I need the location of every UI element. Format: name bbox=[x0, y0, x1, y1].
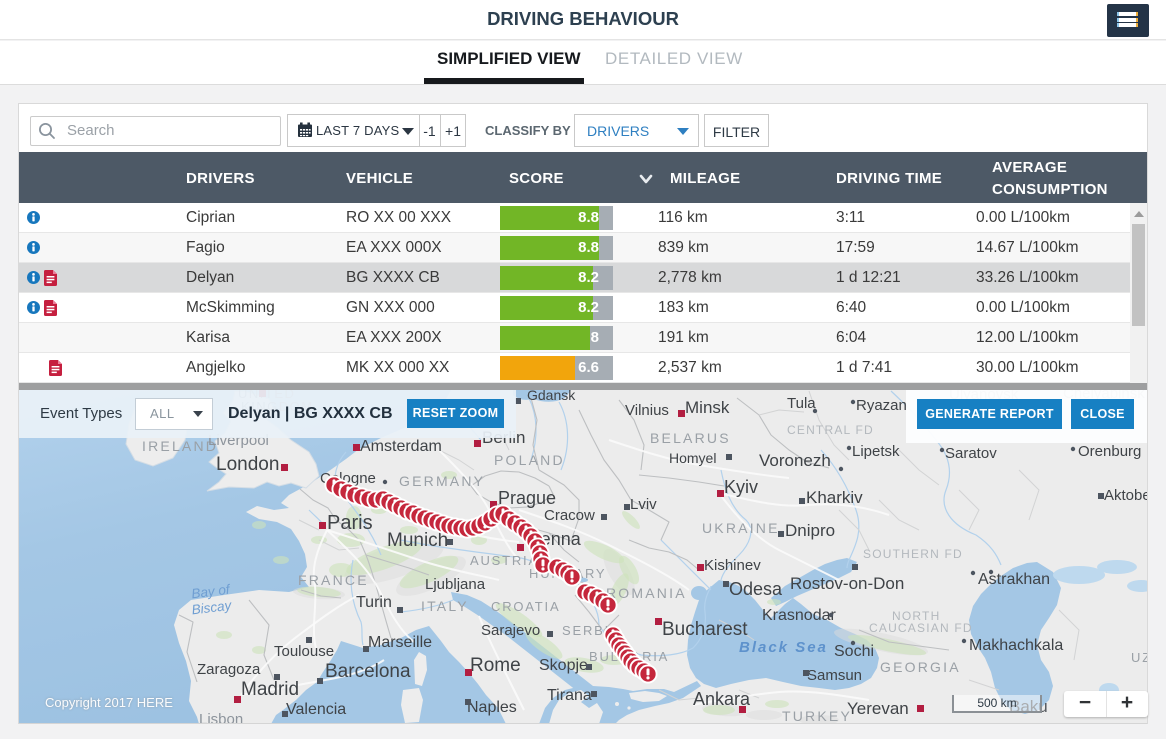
svg-text:Dnipro: Dnipro bbox=[785, 521, 835, 540]
svg-text:ROMANIA: ROMANIA bbox=[606, 585, 687, 601]
svg-text:CENTRAL FD: CENTRAL FD bbox=[787, 423, 874, 437]
svg-text:Bay ofBiscay: Bay ofBiscay bbox=[189, 582, 234, 618]
svg-text:Bucharest: Bucharest bbox=[662, 619, 748, 640]
svg-text:Odesa: Odesa bbox=[729, 579, 783, 599]
svg-text:Gdansk: Gdansk bbox=[527, 390, 576, 403]
svg-text:Tula: Tula bbox=[787, 395, 816, 412]
svg-text:CAUCASIAN FD: CAUCASIAN FD bbox=[869, 621, 973, 635]
svg-text:BELARUS: BELARUS bbox=[650, 430, 731, 446]
svg-text:Sochi: Sochi bbox=[834, 643, 874, 660]
svg-text:Turin: Turin bbox=[356, 594, 392, 611]
svg-text:Paris: Paris bbox=[327, 512, 373, 534]
svg-text:IRELAND: IRELAND bbox=[142, 438, 218, 454]
svg-text:Saratov: Saratov bbox=[945, 445, 997, 462]
svg-text:Lipetsk: Lipetsk bbox=[852, 443, 900, 460]
svg-text:GERMANY: GERMANY bbox=[399, 473, 485, 489]
svg-text:Voronezh: Voronezh bbox=[759, 451, 831, 470]
svg-text:Homyel: Homyel bbox=[669, 450, 716, 466]
svg-text:Krasnodar: Krasnodar bbox=[762, 607, 836, 624]
svg-text:Naples: Naples bbox=[467, 699, 517, 716]
svg-text:Minsk: Minsk bbox=[685, 398, 730, 417]
svg-text:Barcelona: Barcelona bbox=[325, 661, 411, 682]
svg-text:Rostov-on-Don: Rostov-on-Don bbox=[790, 574, 904, 593]
svg-text:FRANCE: FRANCE bbox=[298, 572, 369, 588]
svg-text:POLAND: POLAND bbox=[494, 452, 565, 468]
svg-text:UZ: UZ bbox=[1131, 650, 1147, 665]
svg-text:Munich: Munich bbox=[387, 530, 448, 551]
svg-text:Makhachkala: Makhachkala bbox=[969, 637, 1063, 654]
svg-text:Astrakhan: Astrakhan bbox=[978, 571, 1050, 588]
svg-text:Toulouse: Toulouse bbox=[274, 643, 334, 660]
svg-text:Zaragoza: Zaragoza bbox=[197, 661, 261, 678]
svg-text:Skopje: Skopje bbox=[539, 657, 588, 674]
svg-text:Yerevan: Yerevan bbox=[847, 699, 909, 718]
svg-text:London: London bbox=[216, 454, 279, 475]
svg-text:Vilnius: Vilnius bbox=[625, 402, 669, 419]
svg-text:Lviv: Lviv bbox=[630, 496, 657, 513]
svg-text:UKRAINE: UKRAINE bbox=[702, 520, 780, 536]
svg-text:Kharkiv: Kharkiv bbox=[806, 488, 863, 507]
svg-text:CROATIA: CROATIA bbox=[491, 599, 560, 614]
svg-text:Cracow: Cracow bbox=[544, 507, 595, 524]
svg-text:Black Sea: Black Sea bbox=[739, 639, 828, 656]
svg-text:Valencia: Valencia bbox=[286, 701, 346, 718]
svg-text:SOUTHERN FD: SOUTHERN FD bbox=[863, 547, 963, 561]
svg-text:Prague: Prague bbox=[498, 488, 556, 508]
svg-text:Kishinev: Kishinev bbox=[704, 557, 761, 574]
svg-text:Rome: Rome bbox=[470, 655, 521, 676]
svg-text:ITALY: ITALY bbox=[421, 598, 469, 614]
svg-text:Aktobe: Aktobe bbox=[1104, 487, 1147, 504]
svg-text:Tirana: Tirana bbox=[547, 687, 592, 704]
svg-text:TURKEY: TURKEY bbox=[782, 708, 852, 724]
svg-text:Orenburg: Orenburg bbox=[1078, 443, 1141, 460]
svg-text:Samsun: Samsun bbox=[807, 667, 862, 684]
svg-text:Madrid: Madrid bbox=[241, 679, 299, 700]
svg-text:GEORGIA: GEORGIA bbox=[880, 659, 961, 675]
svg-text:Sarajevo: Sarajevo bbox=[481, 622, 540, 639]
svg-text:Amsterdam: Amsterdam bbox=[360, 438, 442, 455]
svg-text:Ryazan: Ryazan bbox=[856, 397, 907, 414]
svg-text:Kyiv: Kyiv bbox=[724, 477, 758, 497]
svg-text:Ljubljana: Ljubljana bbox=[425, 576, 486, 593]
svg-text:Lisbon: Lisbon bbox=[199, 711, 243, 724]
svg-text:Marseille: Marseille bbox=[368, 634, 432, 651]
